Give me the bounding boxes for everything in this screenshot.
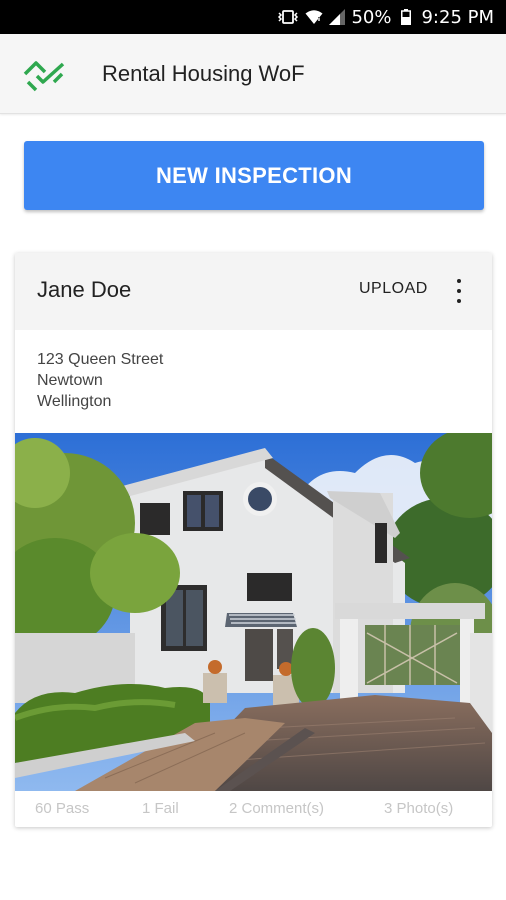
- tenant-name: Jane Doe: [37, 277, 132, 302]
- battery-icon: [401, 9, 412, 25]
- vibrate-icon: [277, 9, 299, 25]
- address-city: Wellington: [37, 393, 112, 410]
- status-bar: 50% 9:25 PM: [0, 0, 506, 34]
- photo-count: 3 Photo(s): [384, 800, 454, 817]
- upload-button[interactable]: UPLOAD: [359, 280, 428, 298]
- card-header: Jane Doe UPLOAD: [15, 253, 492, 330]
- more-vert-icon[interactable]: [455, 279, 463, 303]
- house-photo[interactable]: [15, 428, 492, 791]
- new-inspection-button[interactable]: NEW INSPECTION: [24, 141, 484, 210]
- address-street: 123 Queen Street: [37, 351, 164, 368]
- status-time: 9:25 PM: [421, 6, 494, 28]
- app-title: Rental Housing WoF: [102, 60, 305, 86]
- comment-count: 2 Comment(s): [229, 800, 325, 817]
- wifi-icon: [305, 9, 323, 25]
- wof-logo-icon: [22, 56, 68, 92]
- battery-percent: 50%: [351, 6, 392, 28]
- inspection-card[interactable]: Jane Doe UPLOAD 123 Queen Street Newtown…: [15, 253, 492, 827]
- fail-count: 1 Fail: [142, 800, 179, 817]
- pass-count: 60 Pass: [35, 800, 90, 817]
- property-address: 123 Queen Street Newtown Wellington: [37, 349, 163, 412]
- app-bar: Rental Housing WoF: [0, 34, 506, 114]
- inspection-stats: 60 Pass 1 Fail 2 Comment(s) 3 Photo(s): [15, 791, 492, 827]
- address-suburb: Newtown: [37, 372, 103, 389]
- signal-icon: [329, 9, 346, 25]
